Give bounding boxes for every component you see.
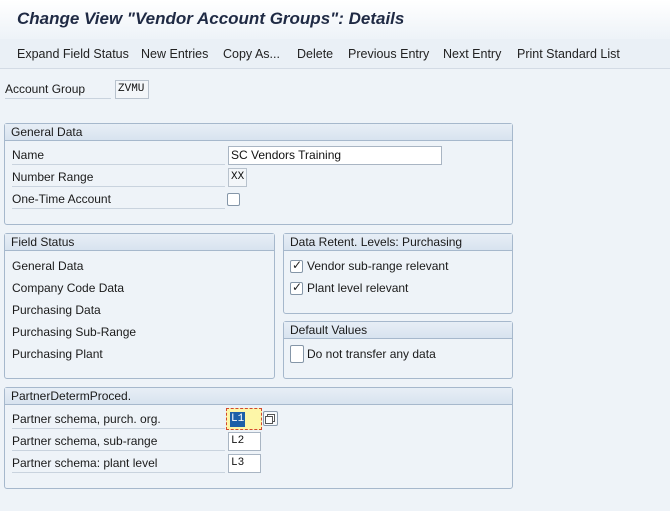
delete-button[interactable]: Delete: [297, 46, 333, 64]
data-retention-group: Data Retent. Levels: Purchasing: [283, 233, 513, 314]
one-time-account-label: One-Time Account: [12, 192, 225, 209]
field-status-purchasing-plant-link[interactable]: Purchasing Plant: [12, 347, 103, 361]
new-entries-button[interactable]: New Entries: [141, 46, 208, 64]
do-not-transfer-label: Do not transfer any data: [307, 347, 436, 361]
partner-schema-plant-level-input[interactable]: L3: [228, 454, 261, 473]
page-title: Change View "Vendor Account Groups": Det…: [17, 9, 405, 28]
partner-determination-heading: PartnerDetermProced.: [5, 388, 512, 405]
partner-schema-purch-org-input[interactable]: L1: [226, 408, 262, 430]
field-status-heading: Field Status: [5, 234, 274, 251]
next-entry-button[interactable]: Next Entry: [443, 46, 501, 64]
field-status-general-data-link[interactable]: General Data: [12, 259, 83, 273]
number-range-field: XX: [228, 168, 247, 187]
vendor-sub-range-label: Vendor sub-range relevant: [307, 259, 449, 273]
account-group-field: ZVMU: [115, 80, 149, 99]
general-data-heading: General Data: [5, 124, 512, 141]
account-group-label: Account Group: [5, 82, 111, 99]
partner-schema-plant-level-label: Partner schema: plant level: [12, 456, 225, 473]
name-input[interactable]: SC Vendors Training: [228, 146, 442, 165]
value-help-icon[interactable]: [263, 411, 278, 426]
do-not-transfer-checkbox[interactable]: [290, 345, 304, 363]
partner-schema-purch-org-value: L1: [230, 412, 246, 427]
field-status-company-code-data-link[interactable]: Company Code Data: [12, 281, 124, 295]
title-bar: Change View "Vendor Account Groups": Det…: [0, 0, 670, 38]
application-toolbar: Expand Field Status New Entries Copy As.…: [0, 39, 670, 69]
default-values-heading: Default Values: [284, 322, 512, 339]
partner-schema-purch-org-label: Partner schema, purch. org.: [12, 412, 225, 429]
data-retention-heading: Data Retent. Levels: Purchasing: [284, 234, 512, 251]
field-status-purchasing-sub-range-link[interactable]: Purchasing Sub-Range: [12, 325, 136, 339]
partner-schema-sub-range-label: Partner schema, sub-range: [12, 434, 225, 451]
print-standard-list-button[interactable]: Print Standard List: [517, 46, 620, 64]
previous-entry-button[interactable]: Previous Entry: [348, 46, 429, 64]
expand-field-status-button[interactable]: Expand Field Status: [17, 46, 129, 64]
partner-schema-sub-range-input[interactable]: L2: [228, 432, 261, 451]
vendor-sub-range-checkbox[interactable]: [290, 258, 303, 273]
name-label: Name: [12, 148, 225, 165]
copy-as-button[interactable]: Copy As...: [223, 46, 280, 64]
one-time-account-checkbox[interactable]: [227, 193, 240, 206]
plant-level-checkbox[interactable]: [290, 280, 303, 295]
number-range-label: Number Range: [12, 170, 225, 187]
plant-level-label: Plant level relevant: [307, 281, 409, 295]
field-status-purchasing-data-link[interactable]: Purchasing Data: [12, 303, 101, 317]
